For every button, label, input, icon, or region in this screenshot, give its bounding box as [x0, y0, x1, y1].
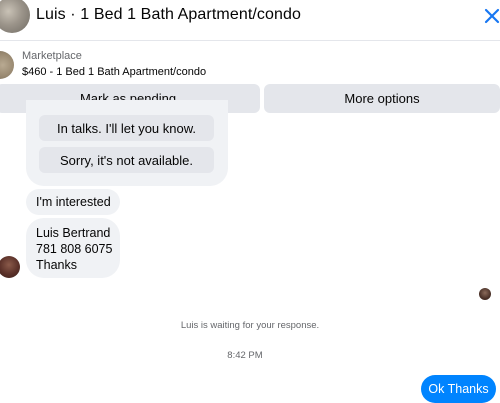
message-interested: I'm interested [26, 189, 120, 215]
quick-reply-not-available[interactable]: Sorry, it's not available. [39, 147, 214, 173]
close-button[interactable] [482, 6, 500, 26]
quick-replies-card [26, 100, 228, 186]
conversation-title[interactable]: Luis · 1 Bed 1 Bath Apartment/condo [36, 6, 301, 24]
more-options-button[interactable]: More options [264, 84, 500, 113]
waiting-status: Luis is waiting for your response. [180, 320, 320, 331]
listing-thumbnail[interactable] [0, 51, 14, 79]
close-icon [484, 8, 500, 24]
listing-title[interactable]: $460 - 1 Bed 1 Bath Apartment/condo [22, 66, 206, 78]
message-contact-info: Luis Bertrand 781 808 6075 Thanks [26, 218, 120, 278]
seen-indicator-avatar [479, 288, 491, 300]
message-timestamp: 8:42 PM [227, 350, 263, 361]
contact-name: Luis Bertrand [36, 226, 111, 240]
contact-thanks: Thanks [36, 258, 77, 272]
contact-phone: 781 808 6075 [36, 242, 113, 256]
quick-reply-in-talks[interactable]: In talks. I'll let you know. [39, 115, 214, 141]
sender-avatar[interactable] [0, 256, 20, 278]
message-ok-thanks: Ok Thanks [421, 375, 496, 403]
marketplace-label: Marketplace [22, 50, 82, 62]
